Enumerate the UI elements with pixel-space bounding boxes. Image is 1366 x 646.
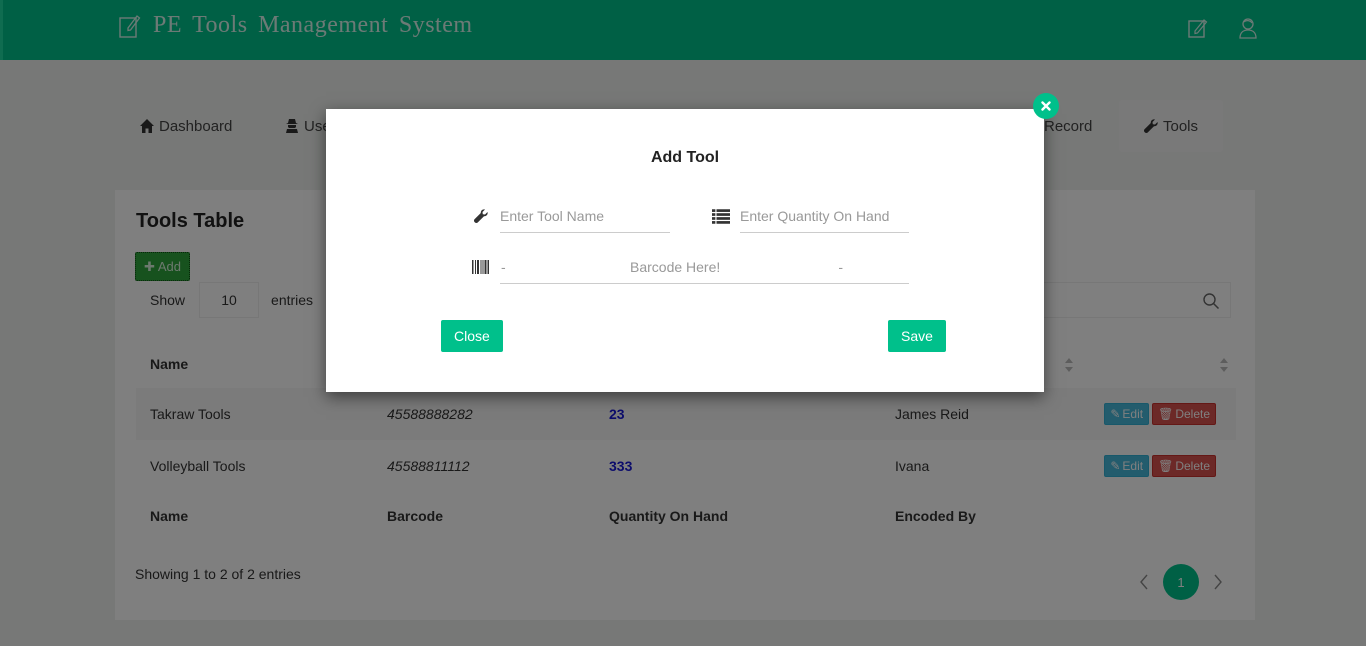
list-icon bbox=[712, 209, 730, 224]
tool-name-field bbox=[472, 199, 670, 233]
wrench-icon bbox=[473, 209, 488, 224]
tool-name-input[interactable] bbox=[500, 199, 670, 233]
quantity-input[interactable] bbox=[740, 199, 909, 233]
close-icon bbox=[1041, 101, 1051, 111]
modal-title: Add Tool bbox=[650, 149, 720, 166]
modal-close-button[interactable] bbox=[1033, 93, 1059, 119]
barcode-icon bbox=[472, 260, 489, 274]
quantity-field bbox=[712, 199, 909, 233]
save-button[interactable]: Save bbox=[888, 320, 946, 352]
add-tool-modal: Add Tool - Barcode Here! - Close Save bbox=[326, 93, 1059, 392]
barcode-dash-right: - bbox=[838, 259, 843, 275]
barcode-placeholder: Barcode Here! bbox=[630, 259, 721, 275]
barcode-dash-left: - bbox=[501, 259, 506, 275]
barcode-field: - Barcode Here! - bbox=[472, 250, 909, 284]
barcode-input[interactable]: - Barcode Here! - bbox=[500, 250, 909, 284]
close-button[interactable]: Close bbox=[441, 320, 503, 352]
